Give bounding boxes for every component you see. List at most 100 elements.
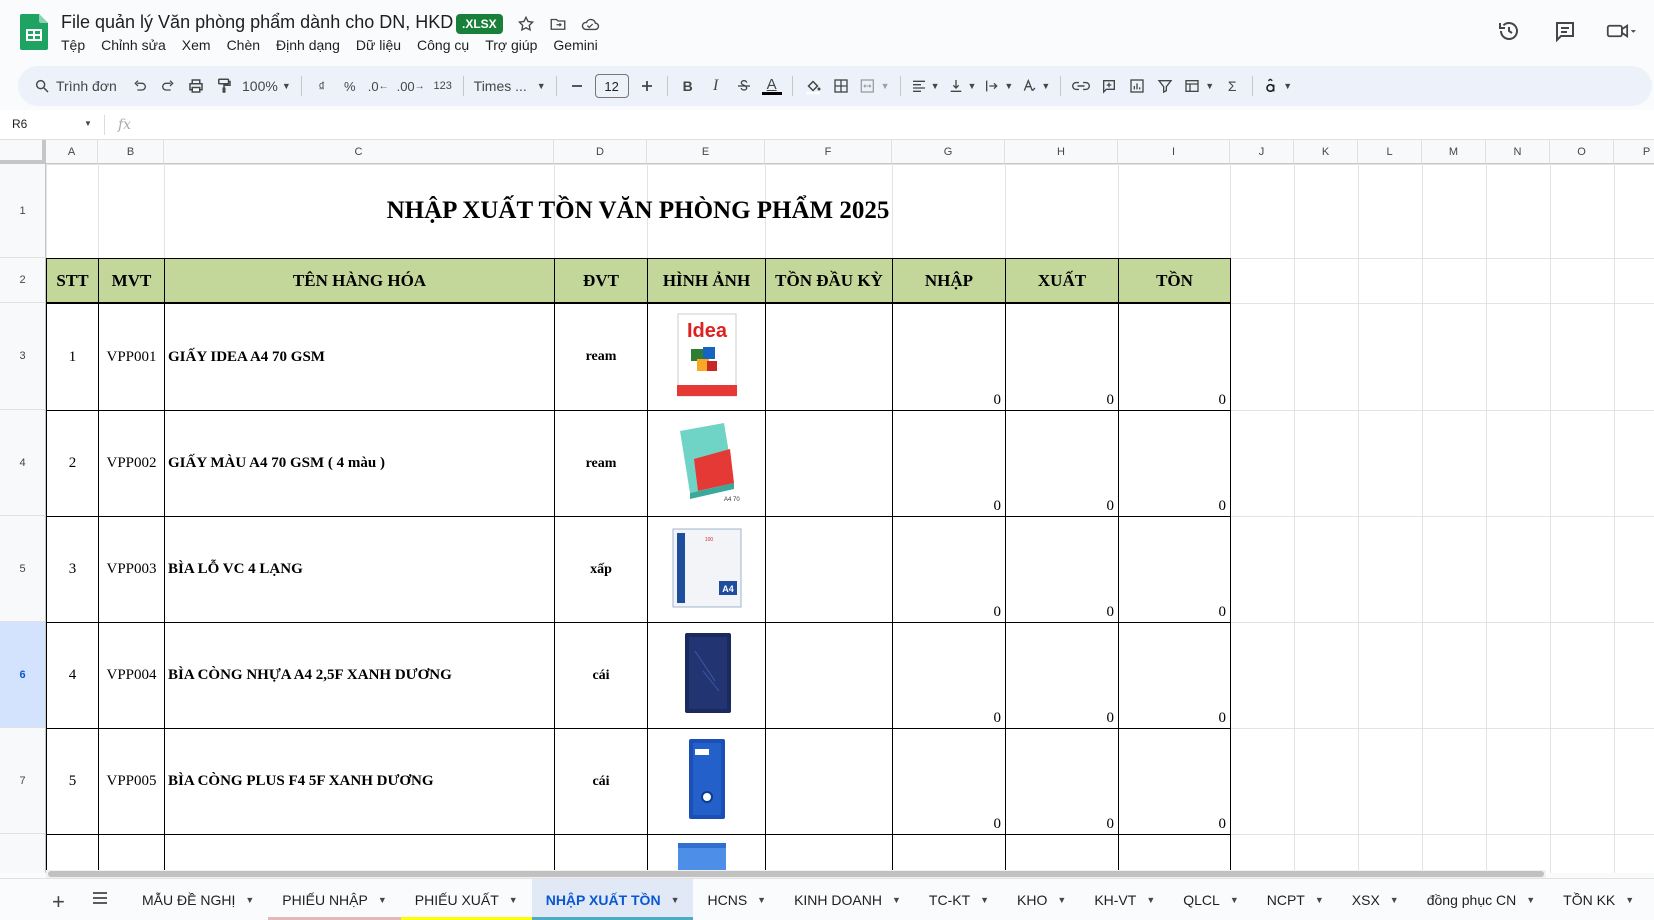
ton-cell[interactable]: 0 — [1118, 728, 1231, 835]
scrollbar-thumb[interactable] — [48, 871, 1544, 877]
tab-kh-vt[interactable]: KH-VT ▼ — [1080, 879, 1169, 920]
opening-stock-cell[interactable] — [765, 622, 893, 729]
chevron-down-icon[interactable]: ▼ — [1625, 895, 1634, 905]
chevron-down-icon[interactable]: ▼ — [245, 895, 254, 905]
chevron-down-icon[interactable]: ▼ — [378, 895, 387, 905]
decrease-decimal-button[interactable]: .0 ← — [364, 72, 393, 100]
filter-views-icon[interactable]: ▼ — [1179, 72, 1218, 100]
undo-icon[interactable] — [126, 72, 154, 100]
tab-đồng-phục-cn[interactable]: đồng phục CN ▼ — [1413, 879, 1549, 920]
column-header-g[interactable]: G — [892, 140, 1005, 164]
sheets-logo-icon[interactable] — [20, 14, 48, 50]
redo-icon[interactable] — [154, 72, 182, 100]
stt-cell[interactable]: 2 — [46, 410, 99, 517]
tab-tồn-kk[interactable]: TỒN KK ▼ — [1549, 879, 1648, 920]
ton-cell[interactable]: 0 — [1118, 303, 1231, 411]
font-size-input[interactable]: 12 — [594, 74, 629, 98]
select-all-corner[interactable] — [0, 140, 46, 164]
opening-stock-cell[interactable] — [765, 516, 893, 623]
chevron-down-icon[interactable]: ▼ — [1315, 895, 1324, 905]
row-8-cell[interactable] — [164, 834, 555, 873]
tab-kho[interactable]: KHO ▼ — [1003, 879, 1080, 920]
row-header-4[interactable]: 4 — [0, 410, 46, 516]
header-dvt[interactable]: ĐVT — [554, 258, 648, 303]
column-header-h[interactable]: H — [1005, 140, 1118, 164]
nhap-cell[interactable]: 0 — [892, 622, 1006, 729]
unit-cell[interactable]: ream — [554, 410, 648, 517]
insert-comment-icon[interactable] — [1095, 72, 1123, 100]
print-icon[interactable] — [182, 72, 210, 100]
item-name-cell[interactable]: BÌA LỖ VC 4 LẠNG — [164, 516, 555, 623]
star-icon[interactable] — [516, 14, 536, 34]
menu-tools[interactable]: Công cụ — [417, 37, 469, 53]
tab-phiếu-xuất[interactable]: PHIẾU XUẤT ▼ — [400, 879, 532, 920]
image-cell[interactable] — [647, 728, 766, 835]
decrease-font-size-button[interactable] — [563, 72, 591, 100]
ton-cell[interactable]: 0 — [1118, 516, 1231, 623]
chevron-down-icon[interactable]: ▼ — [1526, 895, 1535, 905]
unit-cell[interactable]: cái — [554, 728, 648, 835]
header-ton-dau-ky[interactable]: TỒN ĐẦU KỲ — [765, 258, 893, 303]
stt-cell[interactable]: 1 — [46, 303, 99, 411]
header-hinh-anh[interactable]: HÌNH ẢNH — [647, 258, 766, 303]
opening-stock-cell[interactable] — [765, 303, 893, 411]
name-box[interactable]: R6 — [12, 117, 27, 131]
menu-edit[interactable]: Chỉnh sửa — [101, 37, 166, 53]
chevron-down-icon[interactable]: ▼ — [84, 119, 92, 128]
header-ten-hang-hoa[interactable]: TÊN HÀNG HÓA — [164, 258, 555, 303]
ton-cell[interactable]: 0 — [1118, 410, 1231, 517]
number-format-button[interactable]: 123 — [429, 72, 457, 100]
column-header-b[interactable]: B — [98, 140, 164, 164]
comments-icon[interactable] — [1550, 16, 1580, 46]
row-header-8[interactable] — [0, 834, 46, 873]
header-stt[interactable]: STT — [46, 258, 99, 303]
chevron-down-icon[interactable]: ▼ — [1230, 895, 1239, 905]
header-xuat[interactable]: XUẤT — [1005, 258, 1119, 303]
menu-view[interactable]: Xem — [182, 37, 211, 53]
merge-cells-icon[interactable]: ▼ — [855, 72, 894, 100]
move-folder-icon[interactable] — [548, 14, 568, 34]
paint-format-icon[interactable] — [210, 72, 238, 100]
text-rotation-icon[interactable]: ▼ — [1017, 72, 1054, 100]
row-8-cell[interactable] — [647, 834, 766, 873]
row-header-7[interactable]: 7 — [0, 728, 46, 834]
row-header-5[interactable]: 5 — [0, 516, 46, 622]
spreadsheet-grid[interactable]: ABCDEFGHIJKLMNOP 1234567 NHẬP XUẤT TỒN V… — [0, 140, 1654, 873]
image-cell[interactable]: A4 70 — [647, 410, 766, 517]
column-header-d[interactable]: D — [554, 140, 647, 164]
horizontal-align-icon[interactable]: ▼ — [907, 72, 944, 100]
insert-link-icon[interactable] — [1067, 72, 1095, 100]
column-header-l[interactable]: L — [1358, 140, 1422, 164]
header-nhap[interactable]: NHẬP — [892, 258, 1006, 303]
item-name-cell[interactable]: BÌA CÒNG PLUS F4 5F XANH DƯƠNG — [164, 728, 555, 835]
font-select[interactable]: Times ... ▼ — [470, 72, 550, 100]
image-cell[interactable] — [647, 622, 766, 729]
column-header-m[interactable]: M — [1422, 140, 1486, 164]
xuat-cell[interactable]: 0 — [1005, 516, 1119, 623]
column-header-k[interactable]: K — [1294, 140, 1358, 164]
column-header-i[interactable]: I — [1118, 140, 1230, 164]
item-name-cell[interactable]: GIẤY IDEA A4 70 GSM — [164, 303, 555, 411]
increase-font-size-button[interactable] — [633, 72, 661, 100]
nhap-cell[interactable]: 0 — [892, 728, 1006, 835]
unit-cell[interactable]: ream — [554, 303, 648, 411]
tab-phiếu-nhập[interactable]: PHIẾU NHẬP ▼ — [268, 879, 401, 920]
image-cell[interactable]: A4 100 — [647, 516, 766, 623]
tab-xsx[interactable]: XSX ▼ — [1338, 879, 1413, 920]
column-header-p[interactable]: P — [1614, 140, 1654, 164]
row-header-2[interactable]: 2 — [0, 258, 46, 303]
tab-kinh-doanh[interactable]: KINH DOANH ▼ — [780, 879, 915, 920]
menu-data[interactable]: Dữ liệu — [356, 37, 401, 53]
tab-tc-kt[interactable]: TC-KT ▼ — [915, 879, 1003, 920]
increase-decimal-button[interactable]: .00 → — [393, 72, 429, 100]
tab-nhập-xuất-tồn[interactable]: NHẬP XUẤT TỒN ▼ — [531, 879, 694, 920]
fill-color-icon[interactable] — [799, 72, 827, 100]
item-name-cell[interactable]: GIẤY MÀU A4 70 GSM ( 4 màu ) — [164, 410, 555, 517]
column-header-c[interactable]: C — [164, 140, 554, 164]
cloud-status-icon[interactable] — [580, 14, 600, 34]
column-header-n[interactable]: N — [1486, 140, 1550, 164]
row-8-cell[interactable] — [1005, 834, 1119, 873]
strikethrough-icon[interactable] — [730, 72, 758, 100]
stt-cell[interactable]: 3 — [46, 516, 99, 623]
stt-cell[interactable]: 4 — [46, 622, 99, 729]
